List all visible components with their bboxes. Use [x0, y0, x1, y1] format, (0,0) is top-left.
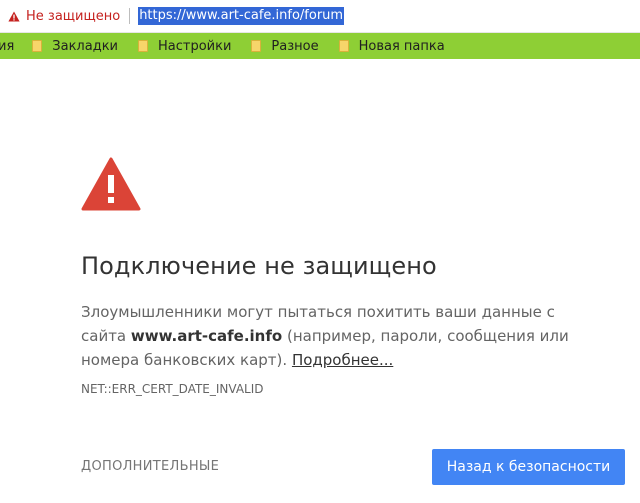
warning-triangle-icon [81, 157, 141, 216]
folder-icon [338, 40, 349, 52]
bookmark-folder-nastroyki[interactable]: Настройки [138, 39, 231, 54]
bookmarks-bar: ия Закладки Настройки Разное Новая папка [0, 33, 640, 59]
bookmark-item-partial[interactable]: ия [0, 39, 14, 54]
advanced-button[interactable]: ДОПОЛНИТЕЛЬНЫЕ [81, 459, 219, 474]
site-domain: www.art-cafe.info [130, 327, 283, 345]
bookmark-folder-label: Закладки [52, 38, 118, 54]
security-status-label: Не защищено [26, 8, 121, 24]
bookmark-folder-label: Разное [271, 38, 319, 54]
details-link[interactable]: Подробнее... [292, 351, 393, 369]
address-separator [129, 8, 131, 24]
warning-triangle-icon [8, 11, 20, 22]
address-bar: Не защищено https://www.art-cafe.info/fo… [0, 0, 640, 33]
error-explanation: Злоумышленники могут пытаться похитить в… [81, 300, 601, 372]
folder-icon [251, 40, 262, 52]
page-title: Подключение не защищено [81, 252, 437, 280]
bookmark-folder-label: Новая папка [358, 38, 445, 54]
bookmark-folder-raznoe[interactable]: Разное [251, 38, 319, 54]
bookmark-folder-novaya-papka[interactable]: Новая папка [338, 38, 445, 54]
bookmark-folder-zakladki[interactable]: Закладки [32, 39, 118, 54]
url-input[interactable]: https://www.art-cafe.info/forum [138, 7, 345, 25]
folder-icon [32, 40, 43, 52]
back-to-safety-button[interactable]: Назад к безопасности [432, 449, 625, 485]
security-status-chip[interactable]: Не защищено [8, 6, 120, 26]
error-code: NET::ERR_CERT_DATE_INVALID [81, 382, 264, 396]
folder-icon [138, 40, 148, 52]
bookmark-folder-label: Настройки [158, 38, 232, 54]
